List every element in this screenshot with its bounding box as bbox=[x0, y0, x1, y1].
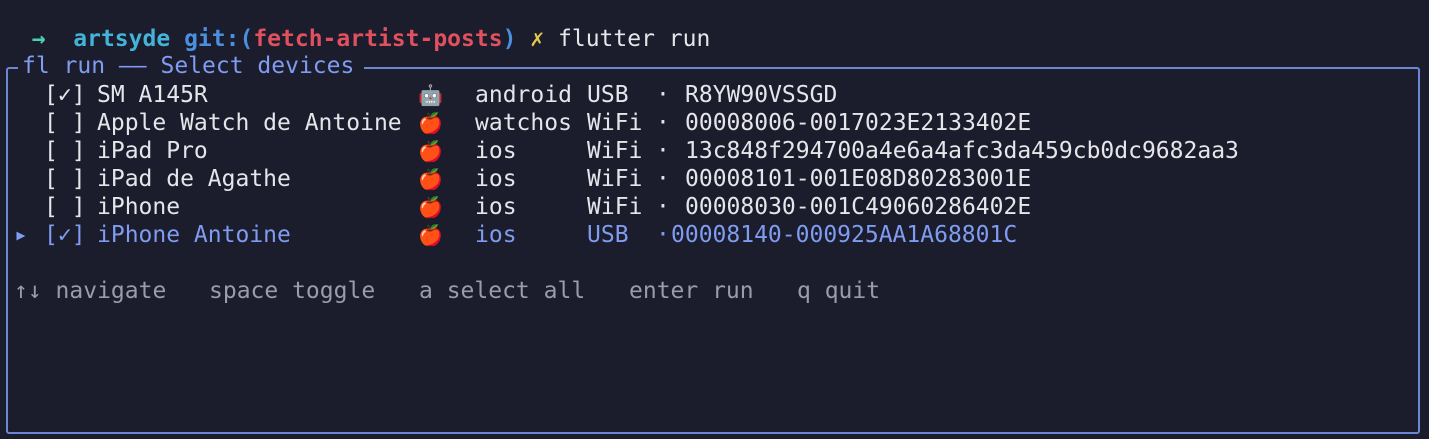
prompt-git-suffix: ) bbox=[502, 26, 517, 52]
device-platform: ios bbox=[475, 194, 517, 220]
separator-dot: · bbox=[656, 138, 670, 164]
device-row-selected[interactable]: ▸ [✓] iPhone Antoine 🍎 ios USB · 0000814… bbox=[0, 221, 1017, 249]
device-row[interactable]: [✓] SM A145R 🤖 android USB · R8YW90VSSGD bbox=[0, 81, 837, 109]
device-platform: android bbox=[475, 82, 572, 108]
device-connection: WiFi bbox=[587, 166, 643, 192]
device-platform: ios bbox=[475, 222, 517, 248]
device-platform: watchos bbox=[475, 110, 572, 136]
device-name: iPhone Antoine bbox=[97, 222, 291, 248]
device-connection: WiFi bbox=[587, 138, 643, 164]
device-checkbox[interactable]: [ ] bbox=[44, 165, 86, 193]
device-checkbox[interactable]: [ ] bbox=[44, 193, 86, 221]
device-connection: USB bbox=[587, 222, 629, 248]
android-robot-icon: 🤖 bbox=[418, 83, 443, 107]
device-connection: WiFi bbox=[587, 194, 643, 220]
device-checkbox[interactable]: [ ] bbox=[44, 137, 86, 165]
panel-title: fl run —— Select devices bbox=[18, 52, 365, 80]
device-row[interactable]: [ ] iPad de Agathe 🍎 ios WiFi · 00008101… bbox=[0, 165, 1031, 193]
separator-dot: · bbox=[656, 194, 670, 220]
apple-icon: 🍎 bbox=[418, 139, 443, 163]
apple-icon: 🍎 bbox=[418, 223, 443, 247]
device-id: 00008101-001E08D80283001E bbox=[685, 166, 1032, 192]
help-navigate: ↑↓ navigate bbox=[14, 278, 167, 304]
device-name: Apple Watch de Antoine bbox=[97, 110, 402, 136]
shell-prompt: → artsyde git:(fetch-artist-posts) ✗ flu… bbox=[4, 0, 711, 52]
device-row[interactable]: [ ] Apple Watch de Antoine 🍎 watchos WiF… bbox=[0, 109, 1031, 137]
device-checkbox[interactable]: [✓] bbox=[44, 81, 86, 109]
prompt-arrow-icon: → bbox=[31, 26, 46, 52]
device-connection: WiFi bbox=[587, 110, 643, 136]
separator-dot: · bbox=[656, 222, 670, 248]
device-id: 00008030-001C49060286402E bbox=[685, 194, 1032, 220]
device-id: 13c848f294700a4e6a4afc3da459cb0dc9682aa3 bbox=[685, 138, 1239, 164]
prompt-directory: artsyde bbox=[73, 26, 171, 52]
help-select-all: a select all bbox=[419, 278, 586, 304]
separator-dot: · bbox=[656, 166, 670, 192]
help-quit: q quit bbox=[797, 278, 881, 304]
prompt-branch: fetch-artist-posts bbox=[253, 26, 503, 52]
row-cursor-icon: ▸ bbox=[14, 222, 28, 248]
help-run: enter run bbox=[629, 278, 754, 304]
prompt-dirty-icon: ✗ bbox=[530, 26, 545, 52]
device-id: 00008006-0017023E2133402E bbox=[685, 110, 1032, 136]
apple-icon: 🍎 bbox=[418, 195, 443, 219]
prompt-git-prefix: git:( bbox=[184, 26, 254, 52]
device-row[interactable]: [ ] iPad Pro 🍎 ios WiFi · 13c848f294700a… bbox=[0, 137, 1239, 165]
apple-icon: 🍎 bbox=[418, 111, 443, 135]
apple-icon: 🍎 bbox=[418, 167, 443, 191]
device-connection: USB bbox=[587, 82, 629, 108]
device-name: SM A145R bbox=[97, 82, 208, 108]
keybinding-help: ↑↓ navigate space toggle a select all en… bbox=[14, 277, 880, 305]
device-row[interactable]: [ ] iPhone 🍎 ios WiFi · 00008030-001C490… bbox=[0, 193, 1031, 221]
device-checkbox[interactable]: [✓] bbox=[44, 221, 86, 249]
device-platform: ios bbox=[475, 138, 517, 164]
prompt-command: flutter run bbox=[558, 26, 711, 52]
device-id: R8YW90VSSGD bbox=[685, 82, 838, 108]
device-checkbox[interactable]: [ ] bbox=[44, 109, 86, 137]
device-name: iPhone bbox=[97, 194, 181, 220]
device-name: iPad Pro bbox=[97, 138, 208, 164]
device-id: 00008140-000925AA1A68801C bbox=[671, 222, 1018, 248]
help-toggle: space toggle bbox=[209, 278, 376, 304]
separator-dot: · bbox=[656, 82, 670, 108]
device-platform: ios bbox=[475, 166, 517, 192]
separator-dot: · bbox=[656, 110, 670, 136]
device-name: iPad de Agathe bbox=[97, 166, 291, 192]
